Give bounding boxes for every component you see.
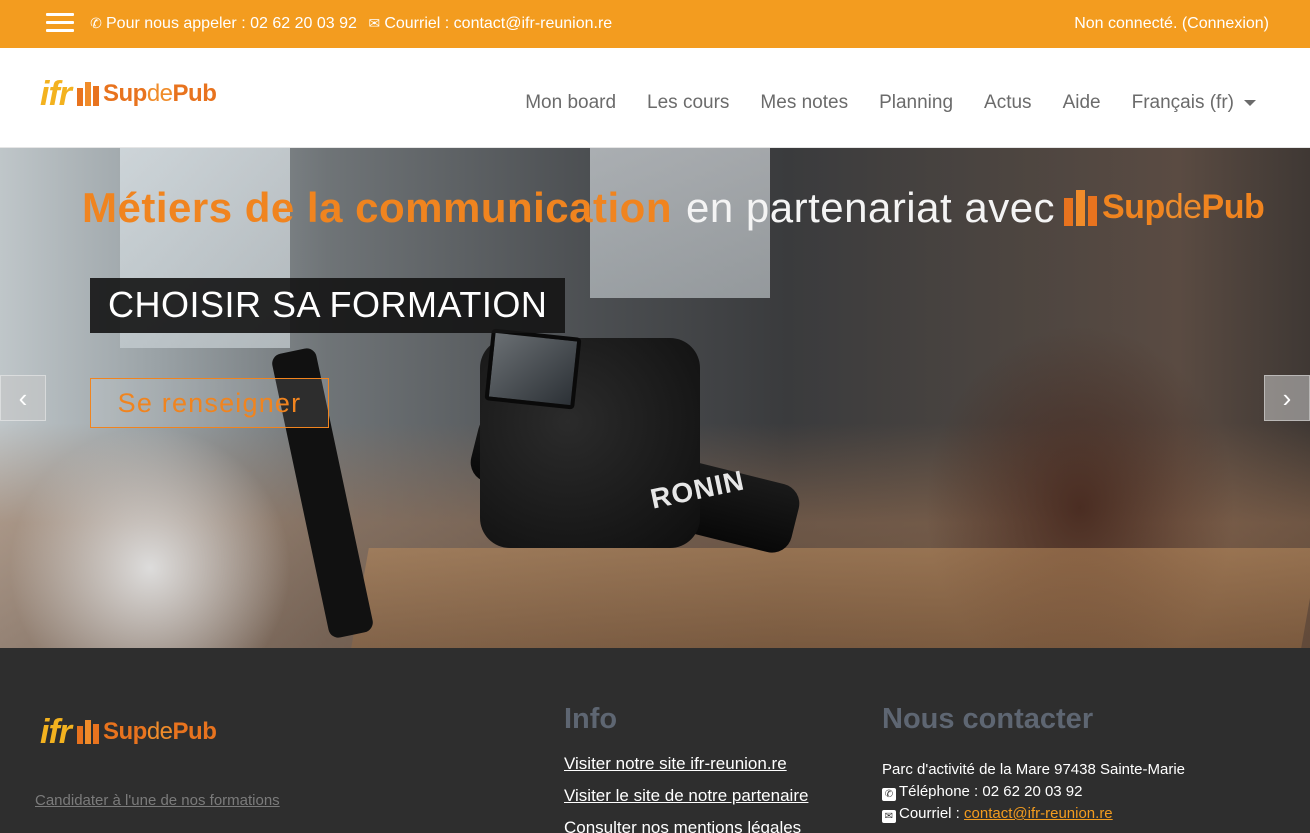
envelope-icon: ✉ xyxy=(882,810,896,823)
nav-item-actus[interactable]: Actus xyxy=(984,92,1032,114)
nav-item-mes-notes[interactable]: Mes notes xyxy=(760,92,848,114)
camera-screen xyxy=(484,328,582,410)
footer-phone-line: ✆ Téléphone : 02 62 20 03 92 xyxy=(882,781,1185,803)
main-navbar: ifr SupdePub Mon board Les cours Mes not… xyxy=(0,48,1310,148)
language-selector[interactable]: Français (fr) xyxy=(1132,92,1256,114)
supdepub-mark-icon xyxy=(1064,189,1097,226)
footer-email-label: Courriel : xyxy=(899,805,960,822)
nav-item-aide[interactable]: Aide xyxy=(1063,92,1101,114)
footer-link-ifr-site[interactable]: Visiter notre site ifr-reunion.re xyxy=(564,754,808,774)
footer-logo-de: de xyxy=(146,718,173,745)
login-link[interactable]: (Connexion) xyxy=(1182,15,1269,32)
footer-info-links: Visiter notre site ifr-reunion.re Visite… xyxy=(564,754,808,833)
se-renseigner-button[interactable]: Se renseigner xyxy=(90,378,329,428)
hamburger-menu-icon[interactable] xyxy=(46,13,74,35)
login-status-text: Non connecté. xyxy=(1074,15,1178,32)
caret-down-icon xyxy=(1244,99,1256,106)
footer-ifr-logo-text: ifr xyxy=(40,712,72,751)
footer-logo-sup: Sup xyxy=(103,718,147,745)
hero-headline: Métiers de la communication en partenaria… xyxy=(82,184,1055,232)
nav-item-planning[interactable]: Planning xyxy=(879,92,953,114)
top-bar: ✆ Pour nous appeler : 02 62 20 03 92 ✉ Cou… xyxy=(0,0,1310,48)
footer-link-partner-site[interactable]: Visiter le site de notre partenaire xyxy=(564,786,808,806)
login-status: Non connecté. (Connexion) xyxy=(1074,15,1269,33)
footer-address: Parc d'activité de la Mare 97438 Sainte-… xyxy=(882,761,1186,778)
hero-logo-pub: Pub xyxy=(1201,188,1265,226)
hero-logo-de: de xyxy=(1164,188,1202,226)
supdepub-mark-icon xyxy=(77,720,99,744)
nav-item-mon-board[interactable]: Mon board xyxy=(525,92,616,114)
top-email-text[interactable]: Courriel : contact@ifr-reunion.re xyxy=(384,15,612,32)
footer-info-title: Info xyxy=(564,703,618,735)
logo-de: de xyxy=(146,80,173,107)
nav-item-les-cours[interactable]: Les cours xyxy=(647,92,729,114)
footer-contact-lines: Parc d'activité de la Mare 97438 Sainte-… xyxy=(882,759,1185,825)
site-logo[interactable]: ifr SupdePub xyxy=(40,74,217,114)
phone-icon: ✆ xyxy=(90,15,102,31)
carousel-next-arrow-icon[interactable]: › xyxy=(1264,375,1310,421)
footer-email-link[interactable]: contact@ifr-reunion.re xyxy=(964,805,1113,822)
supdepub-mark-icon xyxy=(77,82,99,106)
logo-pub: Pub xyxy=(172,80,217,107)
hero-bg-table xyxy=(351,548,1310,648)
footer-email-line: ✉ Courriel : contact@ifr-reunion.re xyxy=(882,803,1185,825)
footer-phone: Téléphone : 02 62 20 03 92 xyxy=(899,783,1083,800)
logo-sup: Sup xyxy=(103,80,147,107)
footer: ifr SupdePub Candidater à l'une de nos f… xyxy=(0,648,1310,833)
candidate-link[interactable]: Candidater à l'une de nos formations xyxy=(35,792,280,809)
supdepub-logo: SupdePub xyxy=(77,80,217,108)
envelope-icon: ✉ xyxy=(368,15,381,31)
hero-carousel: RONIN Métiers de la communication en part… xyxy=(0,148,1310,648)
language-label: Français (fr) xyxy=(1131,92,1234,113)
hero-title: CHOISIR SA FORMATION xyxy=(90,278,566,333)
footer-logo[interactable]: ifr SupdePub xyxy=(40,712,217,752)
hero-supdepub-logo: SupdePub xyxy=(1064,188,1265,227)
footer-supdepub-logo: SupdePub xyxy=(77,718,217,746)
carousel-prev-arrow-icon[interactable]: ‹ xyxy=(0,375,46,421)
footer-link-legal[interactable]: Consulter nos mentions légales xyxy=(564,818,808,833)
phone-square-icon: ✆ xyxy=(882,788,896,801)
hero-headline-orange: Métiers de la communication xyxy=(82,184,672,231)
footer-logo-pub: Pub xyxy=(172,718,217,745)
hero-headline-white: en partenariat avec xyxy=(685,184,1056,231)
nav-menu: Mon board Les cours Mes notes Planning A… xyxy=(525,92,1256,114)
footer-contact-title: Nous contacter xyxy=(882,703,1094,735)
top-contact-info: ✆ Pour nous appeler : 02 62 20 03 92 ✉ Cou… xyxy=(89,15,612,33)
hero-logo-sup: Sup xyxy=(1102,188,1165,226)
ifr-logo-text: ifr xyxy=(40,74,72,113)
top-phone-text: Pour nous appeler : 02 62 20 03 92 xyxy=(106,15,357,32)
